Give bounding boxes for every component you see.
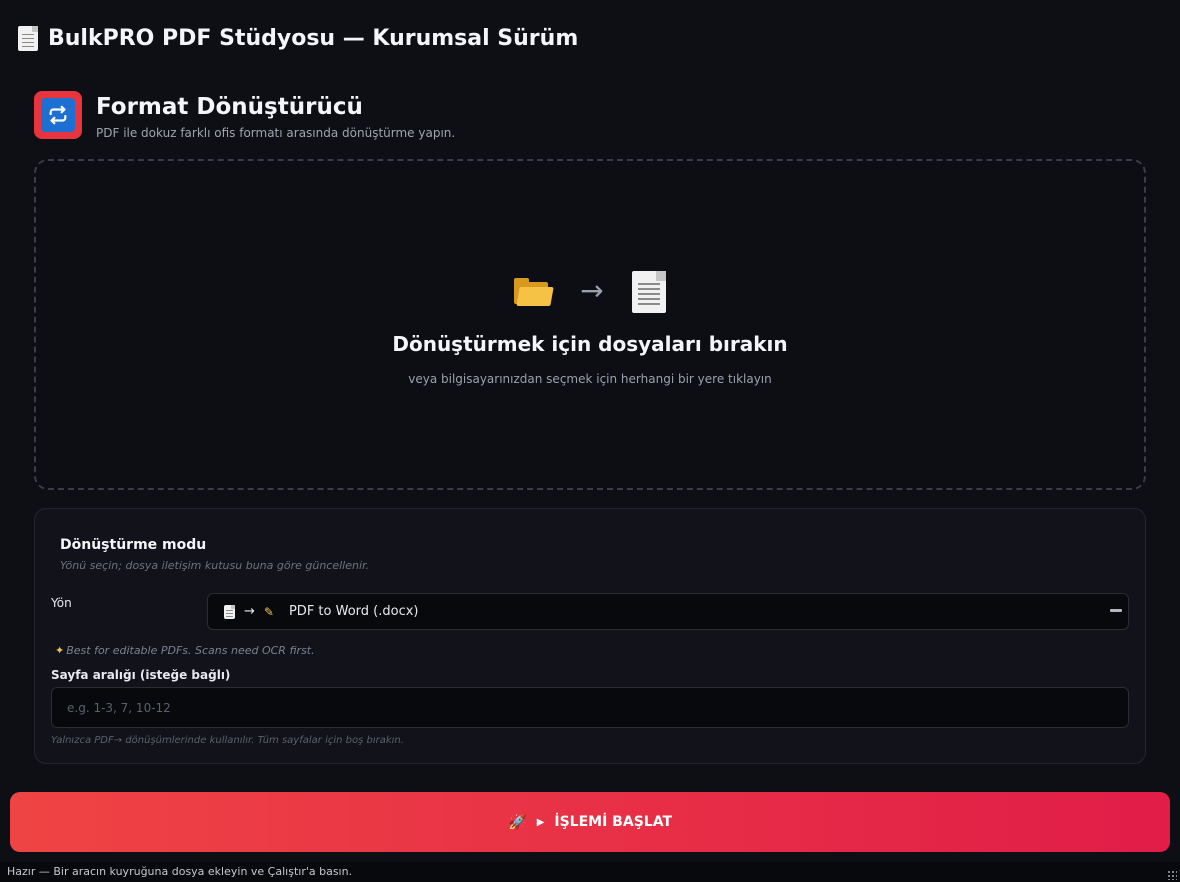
resize-grip-icon[interactable] <box>1167 870 1177 880</box>
page-range-note: Yalnızca PDF→ dönüşümlerinde kullanılır.… <box>51 735 404 746</box>
arrow-right-icon: → <box>244 604 255 619</box>
conversion-mode-panel: Dönüştürme modu Yönü seçin; dosya iletiş… <box>34 508 1146 764</box>
direction-select[interactable]: → ✎ PDF to Word (.docx) <box>207 593 1129 630</box>
repeat-icon <box>41 98 75 132</box>
arrow-right-icon: → <box>580 273 604 307</box>
status-bar: Hazır — Bir aracın kuyruğuna dosya ekley… <box>0 862 1180 882</box>
file-dropzone[interactable]: → Dönüştürmek için dosyaları bırakın vey… <box>34 159 1146 490</box>
memo-icon: ✎ <box>263 604 274 619</box>
panel-title: Dönüştürme modu <box>60 537 207 553</box>
pdf-document-icon <box>224 604 235 619</box>
app-title-text: BulkPRO PDF Stüdyosu — Kurumsal Sürüm <box>48 25 579 51</box>
start-process-button[interactable]: 🚀 ▶ İŞLEMİ BAŞLAT <box>10 792 1170 852</box>
document-icon <box>631 271 666 313</box>
status-text: Hazır — Bir aracın kuyruğuna dosya ekley… <box>7 865 353 878</box>
document-icon <box>18 25 38 51</box>
direction-selected-value: PDF to Word (.docx) <box>288 604 419 619</box>
tool-title: Format Dönüştürücü <box>96 94 363 120</box>
app-title: BulkPRO PDF Stüdyosu — Kurumsal Sürüm <box>18 22 578 54</box>
start-process-label: İŞLEMİ BAŞLAT <box>554 814 672 830</box>
panel-subtitle: Yönü seçin; dosya iletişim kutusu buna g… <box>60 559 370 572</box>
dropdown-handle-icon[interactable] <box>1110 609 1122 612</box>
play-icon: ▶ <box>536 816 545 828</box>
tool-icon-badge <box>34 91 82 139</box>
direction-label: Yön <box>51 596 72 610</box>
folder-icon <box>514 278 554 306</box>
dropzone-subtitle: veya bilgisayarınızdan seçmek için herha… <box>408 372 772 386</box>
dropzone-title: Dönüştürmek için dosyaları bırakın <box>392 332 788 356</box>
dropzone-icons: → <box>36 271 1144 313</box>
direction-hint: ✦ Best for editable PDFs. Scans need OCR… <box>55 644 315 657</box>
page-range-label: Sayfa aralığı (isteğe bağlı) <box>51 668 231 682</box>
rocket-icon: 🚀 <box>508 813 527 831</box>
tool-subtitle: PDF ile dokuz farklı ofis formatı arasın… <box>96 126 456 140</box>
lightbulb-icon: ✦ <box>55 644 65 657</box>
page-range-input[interactable] <box>51 687 1129 728</box>
direction-hint-text: Best for editable PDFs. Scans need OCR f… <box>66 644 315 657</box>
